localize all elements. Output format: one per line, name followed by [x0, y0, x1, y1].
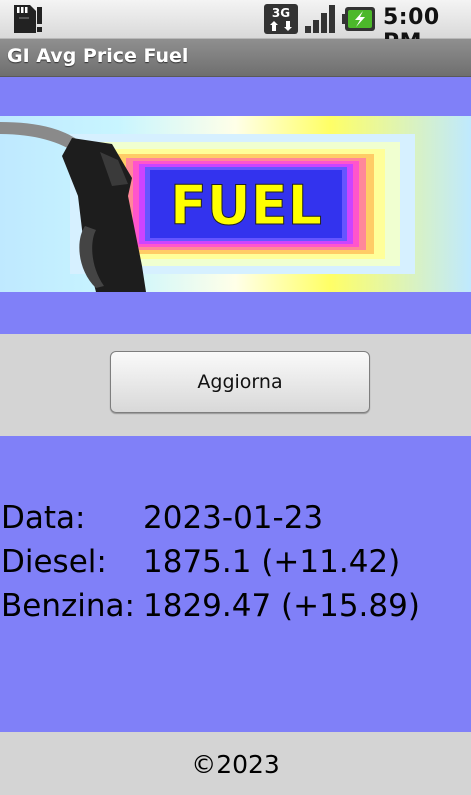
- diesel-row: Diesel: 1875.1 (+11.42): [0, 544, 471, 588]
- date-value: 2023-01-23: [143, 500, 324, 536]
- svg-text:3G: 3G: [272, 6, 290, 20]
- battery-charging-icon: [342, 7, 375, 31]
- date-label: Data:: [1, 500, 86, 536]
- title-bar: GI Avg Price Fuel: [0, 39, 471, 77]
- footer: ©2023: [0, 732, 471, 795]
- copyright-text: ©2023: [191, 750, 280, 779]
- benzina-value: 1829.47 (+15.89): [143, 588, 420, 624]
- refresh-button[interactable]: Aggiorna: [110, 351, 370, 413]
- diesel-value: 1875.1 (+11.42): [143, 544, 401, 580]
- status-bar: 3G 5:00 PM: [0, 0, 471, 55]
- app-title: GI Avg Price Fuel: [7, 45, 189, 67]
- diesel-label: Diesel:: [1, 544, 107, 580]
- benzina-label: Benzina:: [1, 588, 135, 624]
- date-row: Data: 2023-01-23: [0, 500, 471, 544]
- sd-card-icon: [14, 5, 42, 33]
- benzina-row: Benzina: 1829.47 (+15.89): [0, 588, 471, 632]
- 3g-data-icon: 3G: [264, 4, 298, 34]
- signal-strength-icon: [305, 5, 335, 33]
- banner-fuel-text: FUEL: [170, 174, 322, 237]
- fuel-banner-image: FUEL: [0, 116, 471, 292]
